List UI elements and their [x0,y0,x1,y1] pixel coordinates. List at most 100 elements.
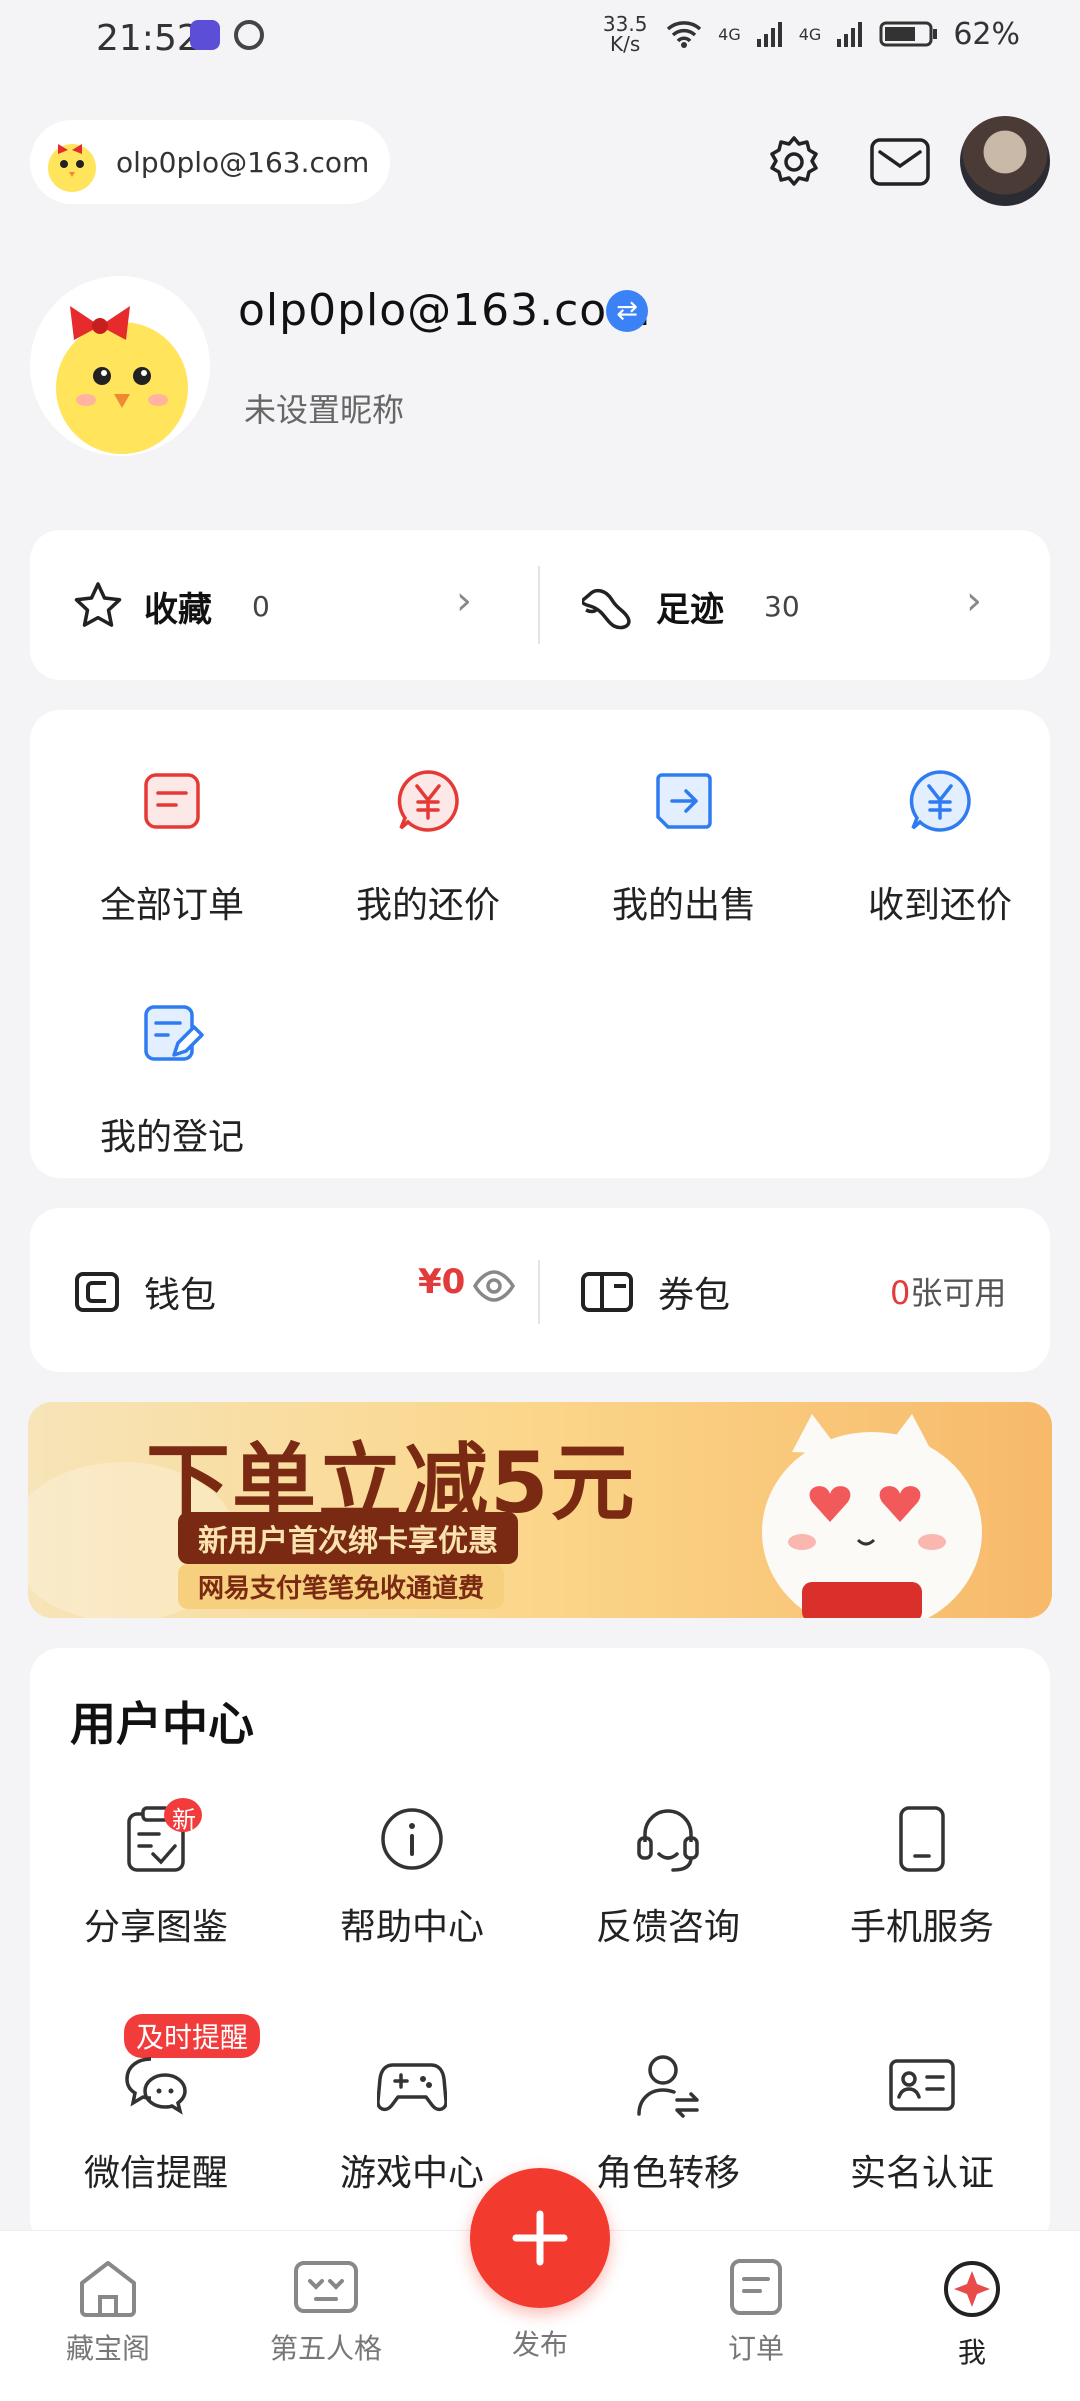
orders-card: 全部订单 我的还价 我的出售 收到还价 我的登记 [30,710,1050,1178]
yuan-receive-icon [905,766,975,836]
sell-icon [649,766,719,836]
my-sell-label: 我的出售 [611,885,756,926]
nav-orders[interactable]: 订单 [666,2257,846,2367]
account-switcher[interactable]: olp0plo@163.com [30,120,390,204]
my-register-label: 我的登记 [99,1117,244,1158]
share-gallery-entry[interactable]: 分享图鉴 [56,1804,256,1950]
promo-banner[interactable]: 下单立减5元 新用户首次绑卡享优惠 网易支付笔笔免收通道费 [28,1402,1052,1618]
home-icon [80,2261,136,2317]
favorites-label: 收藏 [144,589,212,630]
wifi-icon [666,21,702,48]
favorites-count: 0 [252,589,270,623]
all-orders-entry[interactable]: 全部订单 [72,766,272,928]
net1-label: 4G [718,24,741,44]
my-register-entry[interactable]: 我的登记 [72,998,272,1160]
new-badge: 新 [164,1798,202,1834]
settings-button[interactable] [758,126,830,198]
net-speed: 33.5 K/s [602,12,648,56]
banner-subtitle: 新用户首次绑卡享优惠 [178,1512,518,1564]
signal-icon-2 [837,22,863,47]
user-center-title: 用户中心 [70,1697,254,1751]
phone-service-entry[interactable]: 手机服务 [822,1804,1022,1950]
game-icon [294,2261,358,2313]
received-bargain-label: 收到还价 [867,885,1012,926]
mascot-illustration [762,1414,982,1618]
role-transfer-entry[interactable]: 角色转移 [568,2050,768,2196]
my-sell-entry[interactable]: 我的出售 [584,766,784,928]
nav-home[interactable]: 藏宝阁 [18,2257,198,2367]
real-name-auth-label: 实名认证 [849,2153,994,2194]
footprints-count: 30 [764,589,800,623]
divider [538,1260,540,1324]
feedback-entry[interactable]: 反馈咨询 [568,1804,768,1950]
wallet-label: 钱包 [144,1275,217,1316]
footprints-entry[interactable]: 足迹 30 [582,580,800,632]
game-center-entry[interactable]: 游戏中心 [312,2050,512,2196]
wallet-card: 钱包 ¥0 券包 0张可用 [30,1208,1050,1372]
coupon-suffix: 张可用 [910,1274,1007,1312]
app-notification-icon [190,20,220,50]
footprint-icon [582,588,631,630]
profile-nickname[interactable]: 未设置昵称 [244,385,404,431]
profile-avatar-button[interactable] [960,116,1050,206]
message-button[interactable] [864,126,936,198]
status-right: 33.5 K/s 4G 4G 62% [600,14,1020,54]
coupon-availability: 0张可用 [890,1268,1006,1314]
net2-label: 4G [798,24,822,44]
avatar [40,130,104,194]
gamepad-icon [377,2050,447,2120]
register-icon [137,998,207,1068]
footprints-label: 足迹 [656,589,724,630]
publish-button[interactable] [470,2168,610,2308]
nav-identity-v-label: 第五人格 [269,2332,382,2365]
chat-bubble-icon [121,2050,191,2120]
signal-icon [756,22,782,47]
order-icon [137,766,207,836]
nav-orders-label: 订单 [727,2332,784,2365]
me-icon [944,2261,1000,2317]
help-center-entry[interactable]: 帮助中心 [312,1804,512,1950]
headset-icon [633,1804,703,1874]
game-center-label: 游戏中心 [339,2153,484,2194]
order-list-icon [730,2259,782,2315]
my-bargain-entry[interactable]: 我的还价 [328,766,528,928]
profile-avatar[interactable] [30,276,210,456]
favorites-entry[interactable]: 收藏 0 [72,580,270,632]
eye-icon [472,1270,516,1302]
mail-icon [870,138,930,186]
battery-icon [879,21,938,47]
wallet-icon [75,1272,119,1312]
banner-note: 网易支付笔笔免收通道费 [178,1564,505,1609]
real-name-auth-entry[interactable]: 实名认证 [822,2050,1022,2196]
info-icon [377,1804,447,1874]
nav-publish[interactable]: 发布 [450,2313,630,2363]
role-transfer-label: 角色转移 [595,2153,740,2194]
nav-publish-label: 发布 [511,2328,568,2361]
wallet-balance: ¥0 [418,1262,466,1302]
battery-level: 62% [953,16,1020,52]
wechat-reminder-entry[interactable]: 微信提醒 [56,2050,256,2196]
switch-account-icon[interactable]: ⇄ [606,290,648,332]
received-bargain-entry[interactable]: 收到还价 [840,766,1040,928]
help-center-label: 帮助中心 [339,1907,484,1948]
chevron-right-icon: › [966,578,982,624]
nav-identity-v[interactable]: 第五人格 [236,2257,416,2367]
share-gallery-label: 分享图鉴 [83,1907,228,1948]
nav-me[interactable]: 我 [882,2257,1062,2371]
chevron-right-icon: › [456,578,472,624]
wallet-entry[interactable]: 钱包 [74,1266,216,1318]
all-orders-label: 全部订单 [99,885,244,926]
profile-name: olp0plo@163.com [238,285,652,336]
quick-access-card: 收藏 0 › 足迹 30 › [30,530,1050,680]
yuan-icon [393,766,463,836]
coupon-entry[interactable]: 券包 [580,1266,730,1318]
nav-home-label: 藏宝阁 [65,2332,150,2365]
status-time: 21:52 [96,18,200,59]
phone-service-label: 手机服务 [849,1907,994,1948]
phone-icon [887,1804,957,1874]
nav-me-label: 我 [957,2336,986,2369]
user-transfer-icon [633,2050,703,2120]
toggle-visibility-button[interactable] [472,1266,516,1306]
coupon-count: 0 [890,1274,911,1312]
feedback-label: 反馈咨询 [595,1907,740,1948]
